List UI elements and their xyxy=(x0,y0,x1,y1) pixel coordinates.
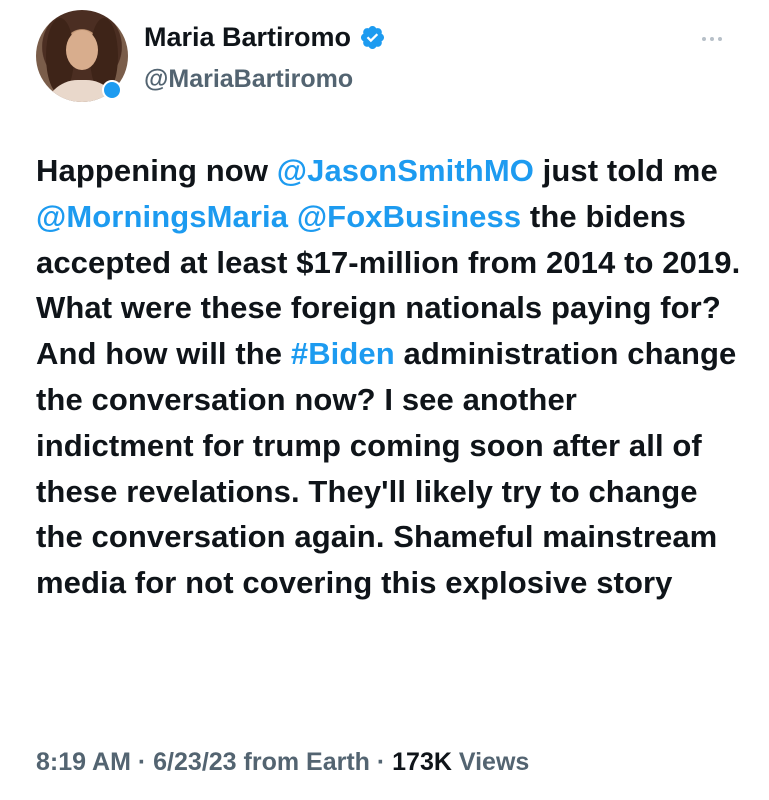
avatar-status-badge xyxy=(102,80,122,100)
more-options-icon[interactable] xyxy=(702,28,730,41)
tweet-header: Maria Bartiromo @MariaBartiromo xyxy=(36,10,736,104)
tweet-text-segment: administration change the conversation n… xyxy=(36,336,737,601)
user-handle[interactable]: @MariaBartiromo xyxy=(144,64,353,94)
tweet-source: from Earth xyxy=(243,748,370,776)
tweet-date[interactable]: 6/23/23 xyxy=(153,748,236,776)
mention-link[interactable]: @JasonSmithMO xyxy=(277,153,534,188)
tweet-text-segment xyxy=(288,199,297,234)
tweet-text: Happening now @JasonSmithMO just told me… xyxy=(36,148,742,606)
views-label: Views xyxy=(458,748,530,776)
mention-link[interactable]: @FoxBusiness xyxy=(297,199,521,234)
tweet-text-segment: just told me xyxy=(533,153,718,188)
mention-link[interactable]: @MorningsMaria xyxy=(36,199,288,234)
tweet-meta: 8:19 AM · 6/23/23 from Earth · 173K View… xyxy=(36,748,530,776)
views-count: 173K xyxy=(392,748,452,776)
hashtag-link[interactable]: #Biden xyxy=(291,336,395,371)
tweet-text-segment: Happening now xyxy=(36,153,277,188)
verified-badge-icon xyxy=(361,25,385,49)
name-row: Maria Bartiromo xyxy=(144,22,386,52)
tweet-time[interactable]: 8:19 AM xyxy=(36,748,131,776)
display-name[interactable]: Maria Bartiromo xyxy=(144,22,351,52)
